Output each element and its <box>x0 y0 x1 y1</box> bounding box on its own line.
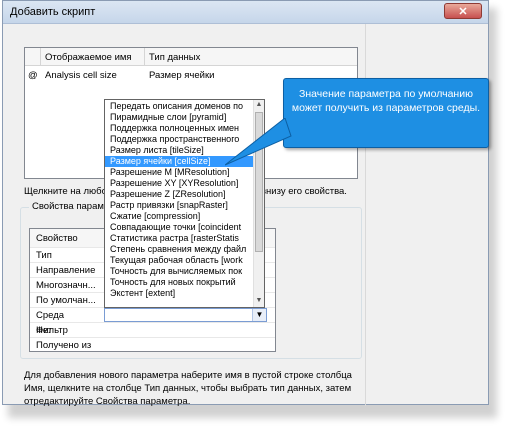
environment-combobox[interactable]: ▼ <box>104 308 267 322</box>
list-item[interactable]: Разрешение Z [ZResolution] <box>105 189 255 200</box>
title-bar: Добавить скрипт ✕ <box>3 1 488 24</box>
row-marker: @ <box>28 70 38 81</box>
group-label: Свойства параме <box>29 201 113 212</box>
list-item[interactable]: Передать описания доменов по <box>105 101 255 112</box>
help-text-right: внизу его свойства. <box>261 186 347 197</box>
column-header-name[interactable]: Отображаемое имя <box>41 48 145 66</box>
param-type-cell[interactable]: Размер ячейки <box>149 68 214 86</box>
scroll-up-icon[interactable]: ▲ <box>254 100 264 110</box>
property-name: Многозначн... <box>36 280 96 291</box>
property-name: Получено из <box>36 340 92 351</box>
list-item[interactable]: Степень сравнения между файл <box>105 244 255 255</box>
property-name: Тип <box>36 250 52 261</box>
list-item[interactable]: Растр привязки [snapRaster] <box>105 200 255 211</box>
header-property: Свойство <box>36 233 78 244</box>
property-row[interactable]: Фильтр Нет <box>30 323 275 338</box>
close-button[interactable]: ✕ <box>444 3 482 19</box>
param-name-cell[interactable]: Analysis cell size <box>45 68 117 86</box>
grid-corner <box>25 48 41 66</box>
help-text-left: Щелкните на любо <box>24 186 107 197</box>
callout-text: Значение параметра по умолчанию может по… <box>291 88 481 114</box>
list-item[interactable]: Точность для новых покрытий <box>105 277 255 288</box>
property-name: По умолчан... <box>36 295 96 306</box>
bottom-help-text: Для добавления нового параметра наберите… <box>24 370 352 407</box>
column-header-type[interactable]: Тип данных <box>145 48 357 66</box>
list-item[interactable]: Экстент [extent] <box>105 288 255 299</box>
callout-pointer <box>225 118 292 166</box>
property-row[interactable]: Получено из <box>30 338 275 351</box>
list-item[interactable]: Разрешение M [MResolution] <box>105 167 255 178</box>
scroll-down-icon[interactable]: ▼ <box>254 296 264 306</box>
list-item[interactable]: Совпадающие точки [coincident <box>105 222 255 233</box>
property-name: Среда <box>36 310 65 321</box>
property-value: Нет <box>36 325 53 336</box>
list-item[interactable]: Статистика растра [rasterStatis <box>105 233 255 244</box>
list-item[interactable]: Разрешение XY [XYResolution] <box>105 178 255 189</box>
window-title: Добавить скрипт <box>10 6 96 18</box>
list-item[interactable]: Текущая рабочая область [work <box>105 255 255 266</box>
list-item[interactable]: Точность для вычисляемых пок <box>105 266 255 277</box>
chevron-down-icon[interactable]: ▼ <box>252 309 266 321</box>
list-item[interactable]: Сжатие [compression] <box>105 211 255 222</box>
callout-note: Значение параметра по умолчанию может по… <box>283 78 489 148</box>
property-name: Направление <box>36 265 96 276</box>
close-icon: ✕ <box>458 6 468 18</box>
